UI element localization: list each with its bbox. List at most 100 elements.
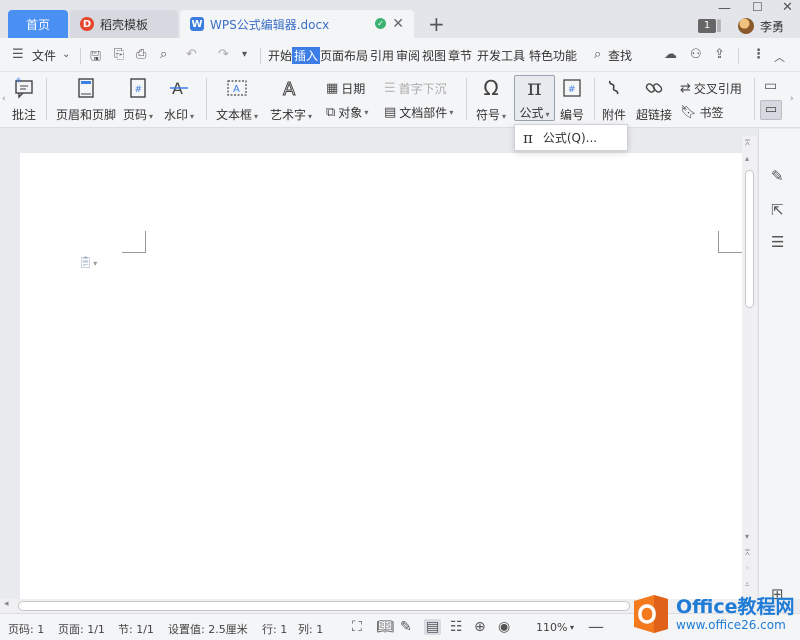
margin-corner-top-right: [718, 231, 742, 253]
status-setting-value[interactable]: 设置值: 2.5厘米: [168, 621, 248, 637]
document-page[interactable]: 📋︎▾: [20, 153, 742, 599]
search-icon[interactable]: ⌕: [594, 47, 601, 62]
tab-page-layout[interactable]: 页面布局: [320, 47, 368, 64]
formula-menu-item[interactable]: 公式(Q)...: [543, 129, 597, 146]
watermark-button[interactable]: A 水印 ▾: [164, 76, 194, 123]
date-button[interactable]: ▦ 日期: [326, 80, 365, 97]
user-name[interactable]: 李勇: [760, 18, 784, 35]
print-preview-icon[interactable]: ⌕: [160, 47, 167, 62]
cross-reference-button[interactable]: ⇄ 交叉引用: [680, 80, 742, 97]
format-painter-icon[interactable]: ⎘: [114, 47, 124, 62]
watermark-icon: A: [167, 76, 191, 100]
page-number-button[interactable]: # 页码 ▾: [123, 76, 153, 123]
new-tab-button[interactable]: +: [428, 12, 445, 36]
object-button[interactable]: ⧉ 对象 ▾: [326, 104, 368, 121]
close-window-icon[interactable]: ✕: [782, 0, 793, 15]
cloud-sync-icon[interactable]: ☁: [664, 47, 677, 62]
tab-references[interactable]: 引用: [370, 47, 394, 64]
select-browse-icon[interactable]: ◦: [745, 564, 750, 573]
watermark-dropdown-icon: ▾: [190, 112, 195, 121]
symbol-button[interactable]: Ω 符号 ▾: [476, 76, 506, 123]
ribbon-scroll-left-icon[interactable]: ‹: [2, 94, 6, 104]
tab-insert[interactable]: 插入: [292, 47, 321, 64]
hyperlink-button[interactable]: 超链接: [636, 76, 672, 123]
tab-developer[interactable]: 开发工具: [477, 47, 525, 64]
symbol-dropdown-icon: ▾: [502, 112, 507, 121]
status-section[interactable]: 节: 1/1: [118, 621, 154, 637]
zoom-dropdown-icon[interactable]: ▾: [570, 623, 574, 632]
undo-icon[interactable]: ↶: [186, 47, 197, 62]
scroll-top-icon[interactable]: ⩞: [745, 138, 750, 148]
ribbon-scroll-right-icon[interactable]: ›: [790, 94, 794, 104]
eye-protection-icon[interactable]: ◉: [498, 619, 510, 635]
textbox-button[interactable]: A 文本框 ▾: [216, 76, 258, 123]
outline-view-icon[interactable]: ☷: [450, 619, 463, 635]
print-icon[interactable]: ⎙: [136, 47, 146, 62]
bookmark-button[interactable]: 🔖︎ 书签: [680, 104, 724, 121]
more-options-icon[interactable]: ⋮: [752, 47, 765, 62]
tab-document[interactable]: W WPS公式编辑器.docx ✓ ✕: [180, 10, 414, 38]
tab-special-features[interactable]: 特色功能: [529, 47, 577, 64]
tab-review[interactable]: 审阅: [396, 47, 420, 64]
style-brush-icon[interactable]: ✎: [771, 167, 784, 185]
menu-file[interactable]: 文件: [32, 47, 56, 64]
prev-page-icon[interactable]: ⩞: [745, 548, 750, 558]
vertical-scrollbar[interactable]: ⩞ ▴ ▾ ⩞ ◦ ⩡: [742, 136, 757, 599]
quick-access-dropdown-icon[interactable]: ▾: [242, 49, 247, 60]
zoom-out-icon[interactable]: —: [588, 617, 604, 636]
file-dropdown-icon[interactable]: ⌄: [62, 49, 70, 60]
share-icon[interactable]: ⇪: [714, 47, 725, 62]
maximize-icon[interactable]: ☐: [752, 0, 763, 14]
header-footer-button[interactable]: 页眉和页脚: [56, 76, 116, 123]
tab-home[interactable]: 首页: [8, 10, 68, 38]
status-row[interactable]: 行: 1: [262, 621, 287, 637]
status-pages[interactable]: 页面: 1/1: [58, 621, 105, 637]
avatar[interactable]: [738, 18, 754, 34]
share-user-icon[interactable]: ⚇: [690, 47, 702, 62]
settings-sliders-icon[interactable]: ☰: [771, 233, 784, 251]
scroll-down-icon[interactable]: ▾: [745, 532, 749, 541]
tab-chapter[interactable]: 章节: [448, 47, 472, 64]
next-page-icon[interactable]: ⩡: [745, 580, 750, 590]
numbering-button[interactable]: # 编号: [560, 76, 584, 123]
comment-icon: ✳: [12, 76, 36, 100]
panel-toggle-icon[interactable]: ▭: [760, 100, 782, 120]
redo-icon[interactable]: ↷: [218, 47, 229, 62]
horizontal-scroll-thumb[interactable]: [18, 601, 630, 611]
tab-view[interactable]: 视图: [422, 47, 446, 64]
fullscreen-icon[interactable]: ⛶: [352, 619, 362, 635]
collapse-ribbon-icon[interactable]: ︿: [774, 49, 785, 65]
web-view-icon[interactable]: ⊕: [474, 619, 486, 635]
wordart-dropdown-icon: ▾: [308, 112, 313, 121]
divider: [260, 48, 261, 64]
pen-icon[interactable]: ✎: [400, 619, 412, 635]
save-icon[interactable]: 🖫: [90, 47, 101, 69]
close-tab-icon[interactable]: ✕: [392, 16, 404, 32]
drop-cap-button[interactable]: ☰ 首字下沉: [384, 80, 447, 97]
page-view-icon[interactable]: ▤: [424, 619, 442, 635]
wps-writer-icon: W: [190, 17, 204, 31]
attachment-button[interactable]: ⌇ 附件: [602, 75, 626, 123]
zoom-level[interactable]: 110%: [536, 621, 567, 634]
vertical-scroll-thumb[interactable]: [745, 170, 754, 308]
tab-start[interactable]: 开始: [268, 47, 292, 64]
margin-corner-top-left: [122, 231, 146, 253]
doc-parts-button[interactable]: ▤ 文档部件 ▾: [384, 104, 453, 121]
layout-icon[interactable]: ▭: [764, 78, 777, 94]
select-cursor-icon[interactable]: ⇱: [771, 201, 784, 219]
reading-mode-icon[interactable]: 📖︎: [376, 619, 394, 635]
paste-options-icon[interactable]: 📋︎▾: [78, 255, 97, 269]
formula-button[interactable]: π 公式 ▾: [514, 75, 555, 121]
search-button[interactable]: 查找: [608, 47, 632, 64]
tab-templates[interactable]: D 稻壳模板: [70, 10, 178, 38]
status-page-number[interactable]: 页码: 1: [8, 621, 44, 637]
comment-button[interactable]: ✳ 批注: [12, 76, 36, 123]
window-count-badge[interactable]: 1: [698, 19, 716, 33]
status-column[interactable]: 列: 1: [298, 621, 323, 637]
svg-text:#: #: [135, 85, 143, 95]
minimize-icon[interactable]: —: [718, 1, 731, 16]
scroll-up-icon[interactable]: ▴: [745, 154, 749, 163]
scroll-left-icon[interactable]: ◂: [4, 599, 9, 609]
hamburger-menu-icon[interactable]: ☰: [12, 47, 24, 62]
wordart-button[interactable]: A 艺术字 ▾: [270, 76, 312, 123]
